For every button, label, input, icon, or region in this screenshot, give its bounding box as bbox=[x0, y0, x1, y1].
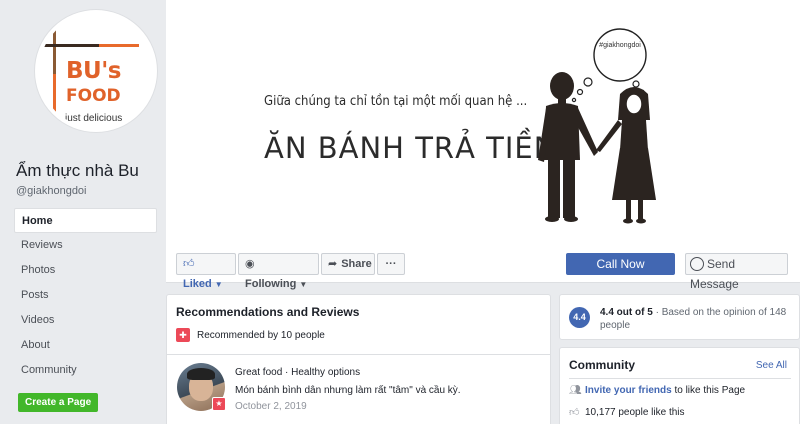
see-all-link[interactable]: See All bbox=[756, 360, 787, 371]
recommendations-title[interactable]: Recommendations and Reviews bbox=[176, 305, 359, 319]
invite-friends-link[interactable]: Invite your friends bbox=[585, 385, 672, 396]
nav-item-photos[interactable]: Photos bbox=[14, 258, 157, 283]
page-name[interactable]: Ẩm thực nhà Bu bbox=[16, 161, 139, 181]
liked-label: Liked bbox=[183, 278, 212, 290]
send-message-button[interactable]: Send Message bbox=[685, 253, 788, 291]
more-options-button[interactable]: ··· bbox=[377, 253, 405, 275]
cover-photo[interactable]: Giữa chúng ta chỉ tồn tại một mối quan h… bbox=[166, 0, 800, 246]
rating-summary: 4.4 out of 5 · Based on the opinion of 1… bbox=[600, 307, 787, 331]
page-likes-count: 10,177 people like this bbox=[585, 407, 685, 418]
logo-text-bus: BU's bbox=[66, 58, 121, 84]
people-icon: 👥︎ bbox=[569, 385, 582, 396]
review-date[interactable]: October 2, 2019 bbox=[235, 401, 307, 412]
divider bbox=[569, 378, 791, 379]
thought-bubble-hashtag: #giakhongdoi bbox=[599, 42, 641, 49]
page-nav: Home Reviews Photos Posts Videos About C… bbox=[14, 208, 157, 383]
review-body: Món bánh bình dân nhưng làm rất "tâm" và… bbox=[235, 385, 461, 396]
rss-icon: ◉ bbox=[245, 258, 255, 270]
nav-item-community[interactable]: Community bbox=[14, 358, 157, 383]
invite-friends-row: 👥︎ Invite your friends to like this Page bbox=[569, 385, 745, 396]
recommend-badge-icon: ★ bbox=[212, 397, 226, 411]
rating-card: 4.4 4.4 out of 5 · Based on the opinion … bbox=[559, 294, 800, 340]
avatar-hair bbox=[187, 368, 215, 380]
logo-chopstick-horizontal-accent bbox=[99, 44, 139, 47]
nav-item-posts[interactable]: Posts bbox=[14, 283, 157, 308]
liked-button[interactable]: 👍︎ Liked ▼ bbox=[176, 253, 236, 290]
review-tags: Great food · Healthy options bbox=[235, 367, 361, 378]
chevron-down-icon: ▼ bbox=[299, 280, 308, 289]
nav-item-home[interactable]: Home bbox=[14, 208, 157, 233]
recommended-count: Recommended by 10 people bbox=[197, 330, 325, 341]
thumbs-up-icon: 👍︎ bbox=[569, 407, 580, 418]
divider bbox=[167, 354, 550, 355]
cover-tagline: Giữa chúng ta chỉ tồn tại một mối quan h… bbox=[264, 94, 528, 109]
community-title: Community bbox=[569, 358, 635, 372]
logo-chopstick-accent bbox=[53, 74, 56, 128]
share-button[interactable]: ➦ Share bbox=[321, 253, 375, 275]
community-card: Community See All 👥︎ Invite your friends … bbox=[559, 347, 800, 424]
couple-illustration bbox=[538, 28, 656, 224]
following-button[interactable]: ◉ Following ▼ bbox=[238, 253, 319, 290]
nav-item-videos[interactable]: Videos bbox=[14, 308, 157, 333]
share-label: Share bbox=[341, 258, 372, 270]
page-likes-row: 👍︎ 10,177 people like this bbox=[569, 406, 685, 418]
call-now-button[interactable]: Call Now bbox=[566, 253, 675, 275]
following-label: Following bbox=[245, 278, 297, 290]
thumbs-up-icon: 👍︎ bbox=[183, 258, 195, 270]
recommendation-badge-icon: ✚ bbox=[176, 328, 190, 342]
page-action-bar: 👍︎Liked ▼ ◉Following ▼ ➦ Share ··· Call Now… bbox=[166, 253, 800, 291]
page-handle[interactable]: @giakhongdoi bbox=[16, 185, 87, 197]
nav-item-about[interactable]: About bbox=[14, 333, 157, 358]
logo-text-food: FOOD bbox=[66, 86, 121, 106]
thought-bubble-icon bbox=[593, 28, 647, 82]
create-page-button[interactable]: Create a Page bbox=[18, 393, 99, 412]
logo-text-slogan: just delicious bbox=[65, 113, 123, 124]
left-column: BU's FOOD just delicious Ẩm thực nhà Bu … bbox=[0, 0, 166, 424]
cover-section: Giữa chúng ta chỉ tồn tại một mối quan h… bbox=[166, 0, 800, 291]
messenger-icon bbox=[690, 257, 704, 271]
page-profile-logo[interactable]: BU's FOOD just delicious bbox=[35, 10, 157, 132]
invite-rest-text: to like this Page bbox=[674, 385, 746, 396]
recommendations-card: Recommendations and Reviews ✚ Recommende… bbox=[166, 294, 551, 424]
rating-score-badge: 4.4 bbox=[569, 307, 590, 328]
share-arrow-icon: ➦ bbox=[328, 258, 338, 270]
cover-headline: ĂN BÁNH TRẢ TIỀN!! bbox=[264, 131, 582, 165]
nav-item-reviews[interactable]: Reviews bbox=[14, 233, 157, 258]
rating-out-of: 4.4 out of 5 bbox=[600, 307, 653, 318]
chevron-down-icon: ▼ bbox=[214, 280, 223, 289]
